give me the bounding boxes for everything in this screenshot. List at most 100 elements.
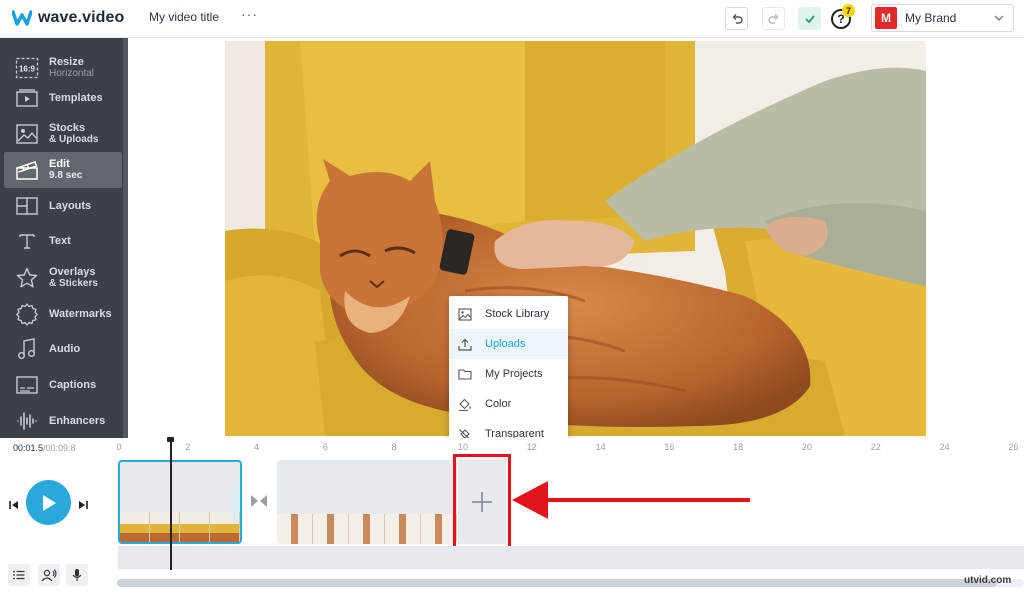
- redo-icon: [767, 13, 778, 24]
- brand-avatar: M: [875, 7, 897, 29]
- playhead[interactable]: [170, 439, 172, 570]
- timeline-clip[interactable]: [277, 460, 457, 544]
- ruler-tick-label: 20: [801, 442, 813, 452]
- sidebar-item-watermarks[interactable]: Watermarks: [4, 296, 122, 332]
- microphone-icon: [72, 569, 82, 581]
- play-button[interactable]: [26, 480, 71, 525]
- sidebar-item-templates[interactable]: Templates: [4, 80, 122, 116]
- menu-label-my-projects: My Projects: [485, 368, 543, 380]
- star-icon: [13, 264, 41, 292]
- ruler-tick-label: 4: [254, 442, 260, 452]
- ruler-tick-label: 8: [391, 442, 397, 452]
- top-bar: wave.video My video title ··· ? 7 M My B…: [0, 0, 1024, 38]
- menu-item-uploads[interactable]: Uploads: [449, 329, 568, 359]
- redo-button[interactable]: [762, 7, 785, 30]
- ruler-tick-label: 22: [870, 442, 881, 452]
- upload-icon: [457, 336, 473, 352]
- transition-icon[interactable]: [250, 494, 268, 513]
- sidebar-sub-resize: Horizontal: [49, 68, 95, 79]
- audio-track[interactable]: [118, 546, 1024, 569]
- sidebar-label-edit: Edit: [49, 158, 70, 170]
- menu-label-color: Color: [485, 398, 512, 410]
- ruler-tick-label: 10: [457, 442, 469, 452]
- app-root: wave.video My video title ··· ? 7 M My B…: [0, 0, 1024, 593]
- sidebar-item-text[interactable]: Text: [4, 223, 122, 259]
- ruler-tick-label: 12: [526, 442, 537, 452]
- captions-icon: [13, 371, 41, 399]
- time-display: 00:01.5/00:09.8: [13, 443, 76, 453]
- layouts-icon: [13, 192, 41, 220]
- sidebar-sub-overlays: & Stickers: [49, 278, 98, 289]
- ruler-tick-label: 14: [595, 442, 606, 452]
- sidebar-sub-edit: 9.8 sec: [49, 170, 83, 181]
- menu-item-my-projects[interactable]: My Projects: [449, 359, 568, 389]
- image-icon: [457, 306, 473, 322]
- sidebar-label-stocks: Stocks: [49, 122, 86, 134]
- sidebar-label-templates: Templates: [49, 92, 103, 104]
- ruler-tick-label: 24: [939, 442, 950, 452]
- timeline: 00:01.5/00:09.8 0 2 4 6 8 10 12 14 16 18 20 22 24 26: [0, 437, 1024, 593]
- undo-button[interactable]: [725, 7, 748, 30]
- sidebar-label-audio: Audio: [49, 343, 81, 355]
- sidebar-label-watermarks: Watermarks: [49, 308, 112, 320]
- voiceover-button[interactable]: [38, 564, 60, 586]
- brand-selector[interactable]: M My Brand: [871, 4, 1014, 32]
- ruler-tick-label: 6: [322, 442, 328, 452]
- svg-text:16:9: 16:9: [19, 65, 36, 74]
- add-media-menu: Stock Library Uploads My Projects Color …: [449, 296, 568, 454]
- clip-trim-handle[interactable]: [233, 484, 238, 524]
- voice-icon: [41, 568, 57, 581]
- checkmark-icon: [804, 14, 815, 23]
- more-options-icon[interactable]: ···: [241, 6, 258, 22]
- timeline-clip[interactable]: [118, 460, 242, 544]
- sidebar-item-edit[interactable]: Edit 9.8 sec: [4, 152, 122, 188]
- list-icon: [13, 570, 25, 580]
- sidebar-item-audio[interactable]: Audio: [4, 331, 122, 367]
- canvas-area: [128, 38, 1024, 438]
- ruler-tick-label: 2: [185, 442, 191, 452]
- templates-icon: [13, 84, 41, 112]
- wave-logo-icon: [12, 10, 32, 26]
- sidebar-item-enhancers[interactable]: Enhancers: [4, 403, 122, 439]
- logo-text: wave.video: [38, 9, 125, 26]
- watermark-text: utvid.com: [964, 575, 1012, 586]
- menu-item-color[interactable]: Color: [449, 389, 568, 419]
- ruler-tick-label: 26: [1008, 442, 1019, 452]
- text-icon: [13, 227, 41, 255]
- menu-label-stock-library: Stock Library: [485, 308, 550, 320]
- timeline-scrollbar[interactable]: [117, 579, 1024, 587]
- ruler-tick-label: 16: [664, 442, 675, 452]
- saved-status-button[interactable]: [798, 7, 821, 30]
- resize-icon: 16:9: [13, 54, 41, 82]
- video-preview[interactable]: [225, 41, 926, 436]
- video-title[interactable]: My video title: [149, 10, 219, 24]
- sidebar-label-overlays: Overlays: [49, 266, 96, 278]
- menu-item-stock-library[interactable]: Stock Library: [449, 299, 568, 329]
- sidebar-label-enhancers: Enhancers: [49, 415, 106, 427]
- logo[interactable]: wave.video: [12, 9, 124, 27]
- paint-bucket-icon: [457, 396, 473, 412]
- sidebar-item-captions[interactable]: Captions: [4, 367, 122, 403]
- sidebar-label-resize: Resize: [49, 56, 84, 68]
- clip-thumbnails: [277, 514, 457, 544]
- time-ruler[interactable]: 0 2 4 6 8 10 12 14 16 18 20 22 24 26: [116, 438, 1024, 458]
- waveform-icon: [13, 407, 41, 435]
- annotation-arrow-icon: [512, 481, 750, 519]
- chevron-down-icon: [994, 15, 1004, 21]
- sidebar-label-text: Text: [49, 235, 71, 247]
- sidebar-item-overlays[interactable]: Overlays & Stickers: [4, 260, 122, 296]
- total-time: /00:09.8: [43, 443, 76, 453]
- sidebar-item-stocks[interactable]: Stocks & Uploads: [4, 116, 122, 152]
- list-view-button[interactable]: [8, 564, 30, 586]
- image-icon: [13, 120, 41, 148]
- microphone-button[interactable]: [66, 564, 88, 586]
- skip-forward-icon[interactable]: [78, 497, 88, 515]
- clip-thumbnails: [120, 512, 240, 542]
- sidebar-item-layouts[interactable]: Layouts: [4, 188, 122, 224]
- menu-label-uploads: Uploads: [485, 338, 526, 350]
- sidebar-sub-stocks: & Uploads: [49, 134, 99, 145]
- timeline-scrollbar-thumb[interactable]: [117, 579, 997, 587]
- ruler-tick-label: 18: [733, 442, 744, 452]
- skip-back-icon[interactable]: [9, 497, 19, 515]
- notification-badge: 7: [842, 4, 855, 17]
